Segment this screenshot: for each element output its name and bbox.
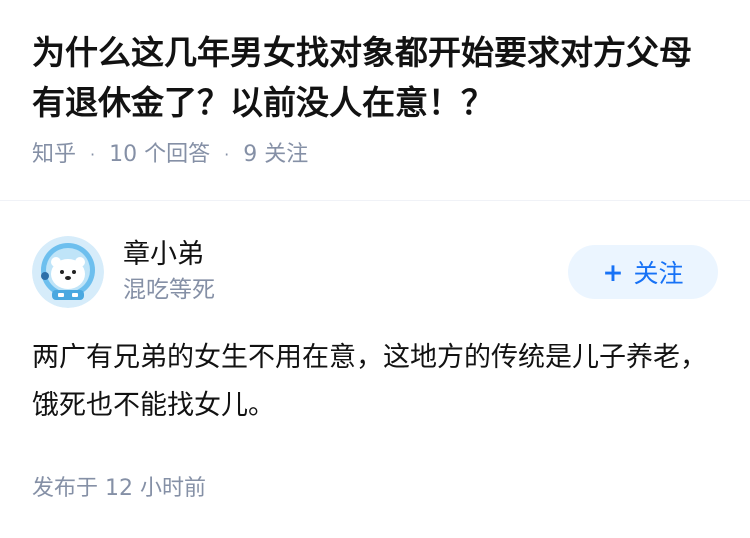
question-title[interactable]: 为什么这几年男女找对象都开始要求对方父母有退休金了？以前没人在意！？ xyxy=(32,28,722,128)
answer-card: 章小弟 混吃等死 + 关注 两广有兄弟的女生不用在意，这地方的传统是儿子养老，饿… xyxy=(32,234,718,504)
author-name[interactable]: 章小弟 xyxy=(123,237,568,273)
meta-separator: · xyxy=(90,145,96,164)
author-signature: 混吃等死 xyxy=(123,277,215,303)
author-row: 章小弟 混吃等死 + 关注 xyxy=(32,234,718,310)
author-info: 章小弟 混吃等死 xyxy=(123,237,568,307)
follower-count[interactable]: 9 关注 xyxy=(243,140,308,170)
question-header: 为什么这几年男女找对象都开始要求对方父母有退休金了？以前没人在意！？ 知乎 · … xyxy=(32,28,722,170)
answer-content[interactable]: 两广有兄弟的女生不用在意，这地方的传统是儿子养老，饿死也不能找女儿。 xyxy=(32,334,722,430)
polar-bear-astronaut-icon xyxy=(32,236,104,308)
follow-button[interactable]: + 关注 xyxy=(568,245,718,299)
source-label[interactable]: 知乎 xyxy=(32,140,76,170)
publish-time: 发布于 12 小时前 xyxy=(32,476,206,501)
answer-count[interactable]: 10 个回答 xyxy=(109,140,210,170)
follow-label: 关注 xyxy=(633,259,684,288)
plus-icon: + xyxy=(602,257,624,287)
section-divider xyxy=(0,200,750,201)
question-meta: 知乎 · 10 个回答 · 9 关注 xyxy=(32,140,722,170)
meta-separator: · xyxy=(224,145,230,164)
avatar[interactable] xyxy=(32,236,104,308)
